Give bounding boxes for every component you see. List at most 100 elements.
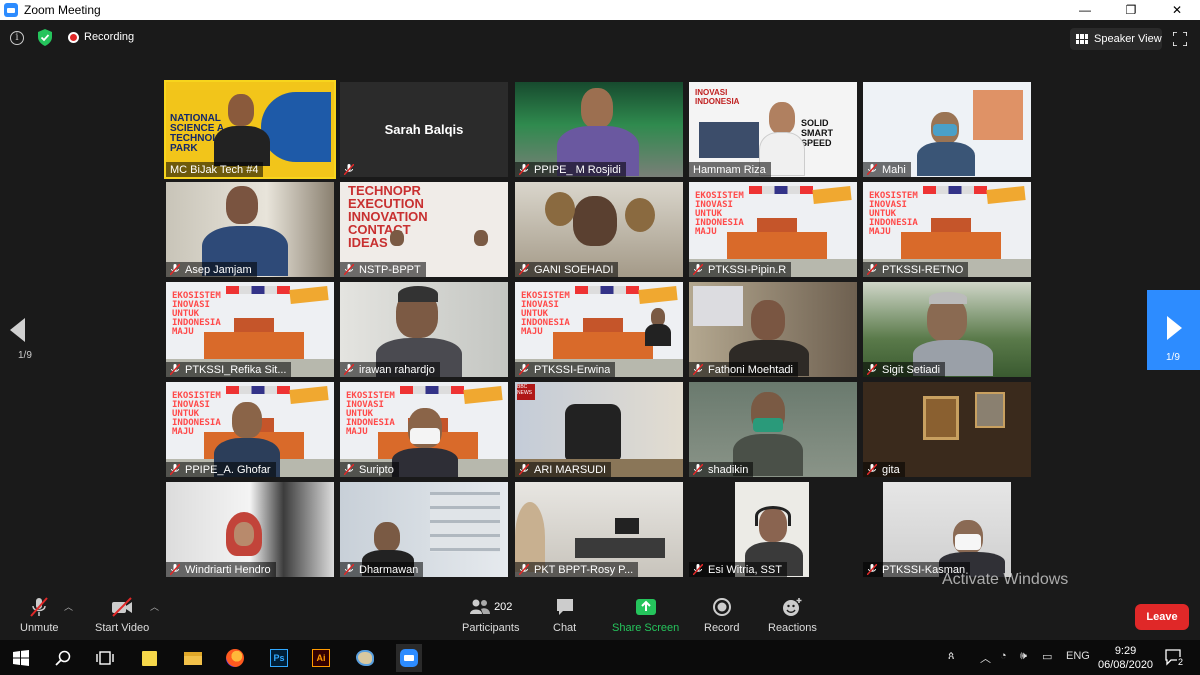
paint-taskbar-icon[interactable] xyxy=(354,647,376,669)
wordcloud-text: TECHNOPR EXECUTION INNOVATION CONTACT ID… xyxy=(348,183,428,250)
task-view-icon xyxy=(96,651,114,665)
participant-name: irawan rahardjo xyxy=(359,363,435,376)
mic-off-icon xyxy=(519,464,529,475)
chat-button[interactable]: Chat xyxy=(553,596,576,634)
battery-icon[interactable]: ▭ xyxy=(1042,650,1052,663)
video-tile[interactable]: PPIPE_ M Rosjidi xyxy=(515,82,683,177)
video-off-icon xyxy=(112,597,133,617)
mic-off-icon xyxy=(693,564,703,575)
input-language[interactable]: ENG xyxy=(1066,650,1090,662)
participant-name: Hammam Riza xyxy=(693,163,766,176)
video-tile[interactable]: INOVASI INDONESIA SOLID SMART SPEED Hamm… xyxy=(689,82,857,177)
video-tile[interactable]: EKOSISTEM INOVASI UNTUK INDONESIA MAJU P… xyxy=(863,182,1031,277)
speaker-view-label: Speaker View xyxy=(1094,33,1162,45)
video-tile[interactable]: Esi Witria, SST xyxy=(689,482,857,577)
speaker-view-button[interactable]: Speaker View xyxy=(1070,28,1162,50)
tray-chevron-up-icon[interactable]: ︿ xyxy=(980,650,991,666)
windows-start-button[interactable] xyxy=(10,647,32,669)
close-button[interactable]: ✕ xyxy=(1154,0,1200,20)
video-tile[interactable]: irawan rahardjo xyxy=(340,282,508,377)
taskbar-clock[interactable]: 9:29 06/08/2020 xyxy=(1098,644,1153,672)
record-label: Record xyxy=(704,622,740,634)
illustrator-taskbar-icon[interactable]: Ai xyxy=(310,647,332,669)
mic-off-icon xyxy=(344,264,354,275)
participant-name: Windriarti Hendro xyxy=(185,563,271,576)
speaker-volume-icon[interactable]: 🕪 xyxy=(1020,650,1027,663)
search-button[interactable] xyxy=(52,647,74,669)
mic-off-icon xyxy=(519,364,529,375)
participant-name: PTKSSI-RETNO xyxy=(882,263,964,276)
leave-button[interactable]: Leave xyxy=(1135,604,1189,630)
poster-text: EKOSISTEM INOVASI UNTUK INDONESIA MAJU xyxy=(521,291,570,337)
mic-off-icon xyxy=(867,364,877,375)
unmute-button[interactable]: Unmute xyxy=(20,596,59,634)
video-tile[interactable]: Fathoni Moehtadi xyxy=(689,282,857,377)
share-screen-button[interactable]: Share Screen xyxy=(612,596,679,634)
video-tile[interactable]: TECHNOPR EXECUTION INNOVATION CONTACT ID… xyxy=(340,182,508,277)
wifi-icon[interactable]: ◔ xyxy=(1000,650,1007,662)
photoshop-taskbar-icon[interactable]: Ps xyxy=(268,647,290,669)
participant-name: PPIPE_ M Rosjidi xyxy=(534,163,621,176)
mic-muted-icon xyxy=(30,597,49,617)
sticky-notes-taskbar-icon[interactable] xyxy=(138,647,160,669)
participant-name: GANI SOEHADI xyxy=(534,263,614,276)
share-screen-label: Share Screen xyxy=(612,622,680,634)
people-tray-icon[interactable]: ጰ xyxy=(948,650,955,663)
file-explorer-taskbar-icon[interactable] xyxy=(182,647,204,669)
video-tile[interactable]: GANI SOEHADI xyxy=(515,182,683,277)
firefox-taskbar-icon[interactable] xyxy=(224,647,246,669)
search-icon xyxy=(55,650,71,666)
poster-text: EKOSISTEM INOVASI UNTUK INDONESIA MAJU xyxy=(172,291,221,337)
video-gallery: 1/9 1/9 NATIONAL SCIENCE A TECHNOL PARK … xyxy=(0,56,1200,590)
mic-off-icon xyxy=(867,164,877,175)
participants-button[interactable]: 202 Participants xyxy=(462,596,519,634)
window-title: Zoom Meeting xyxy=(24,3,101,17)
video-tile[interactable]: EKOSISTEM INOVASI UNTUK INDONESIA MAJU P… xyxy=(166,382,334,477)
zoom-taskbar-icon[interactable] xyxy=(396,644,422,672)
video-tile[interactable]: BBC NEWS ARI MARSUDI xyxy=(515,382,683,477)
next-page-button[interactable]: 1/9 xyxy=(1147,290,1200,370)
restore-button[interactable]: ❐ xyxy=(1108,0,1154,20)
minimize-button[interactable]: — xyxy=(1062,0,1108,20)
video-tile[interactable]: EKOSISTEM INOVASI UNTUK INDONESIA MAJU P… xyxy=(166,282,334,377)
video-tile[interactable]: EKOSISTEM INOVASI UNTUK INDONESIA MAJU P… xyxy=(515,282,683,377)
video-tile[interactable]: shadikin xyxy=(689,382,857,477)
audio-options-chevron-icon[interactable]: ︿ xyxy=(64,600,73,613)
video-tile[interactable]: gita xyxy=(863,382,1031,477)
mic-off-icon xyxy=(519,264,529,275)
start-video-button[interactable]: Start Video xyxy=(95,596,149,634)
video-tile[interactable]: Dharmawan xyxy=(340,482,508,577)
meeting-toolbar: Unmute ︿ Start Video ︿ 202 Participants xyxy=(0,590,1200,640)
video-tile[interactable]: NATIONAL SCIENCE A TECHNOL PARK MC BiJak… xyxy=(164,80,336,179)
task-view-button[interactable] xyxy=(94,647,116,669)
video-tile[interactable]: Sigit Setiadi xyxy=(863,282,1031,377)
video-tile[interactable]: Sarah Balqis xyxy=(340,82,508,177)
record-button[interactable]: Record xyxy=(704,596,739,634)
reactions-button[interactable]: Reactions xyxy=(768,596,817,634)
video-tile[interactable]: EKOSISTEM INOVASI UNTUK INDONESIA MAJU S… xyxy=(340,382,508,477)
prev-page-button[interactable]: 1/9 xyxy=(10,318,32,361)
page-indicator-left: 1/9 xyxy=(18,350,32,361)
participant-name: NSTP-BPPT xyxy=(359,263,421,276)
mic-off-icon xyxy=(170,464,180,475)
video-tile[interactable]: PTKSSI-Kasman xyxy=(863,482,1031,577)
participant-name: PTKSSI-Kasman xyxy=(882,563,966,576)
video-tile[interactable]: PKT BPPT-Rosy P... xyxy=(515,482,683,577)
recording-indicator[interactable]: Recording xyxy=(68,31,134,43)
participant-name: PKT BPPT-Rosy P... xyxy=(534,563,634,576)
video-tile[interactable]: Mahi xyxy=(863,82,1031,177)
notification-center-button[interactable]: 2 xyxy=(1164,648,1184,667)
mic-off-icon xyxy=(867,564,877,575)
shield-icon[interactable] xyxy=(38,29,52,46)
video-options-chevron-icon[interactable]: ︿ xyxy=(150,600,159,613)
mic-off-icon xyxy=(344,564,354,575)
video-tile[interactable]: EKOSISTEM INOVASI UNTUK INDONESIA MAJU P… xyxy=(689,182,857,277)
info-icon[interactable]: i xyxy=(10,31,24,45)
share-screen-icon xyxy=(635,599,656,615)
participant-name: Esi Witria, SST xyxy=(708,563,782,576)
mic-off-icon xyxy=(693,264,703,275)
chat-icon xyxy=(556,599,573,615)
video-tile[interactable]: Asep Jamjam xyxy=(166,182,334,277)
video-tile[interactable]: Windriarti Hendro xyxy=(166,482,334,577)
fullscreen-icon[interactable] xyxy=(1173,32,1187,46)
